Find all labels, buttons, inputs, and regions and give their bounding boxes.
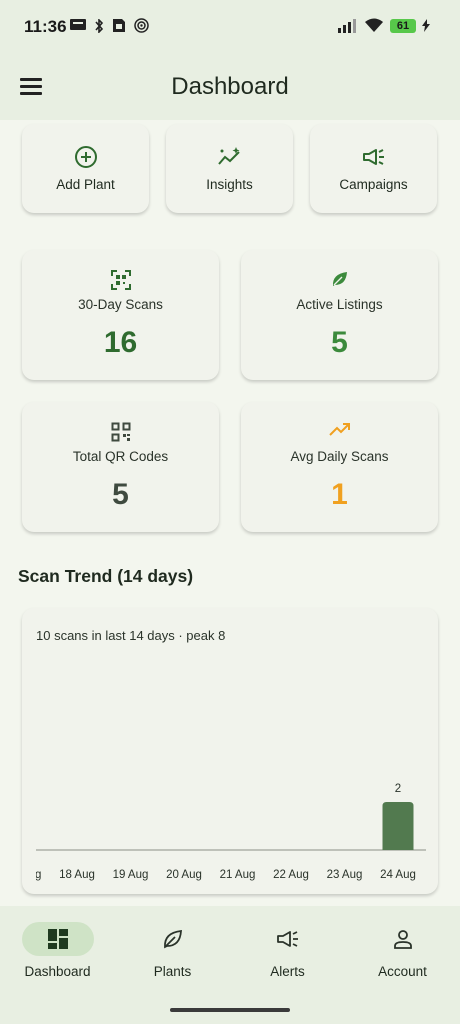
add-plant-label: Add Plant <box>56 177 115 192</box>
stat-label: Active Listings <box>296 297 383 312</box>
wifi-icon <box>365 18 383 32</box>
campaign-icon <box>362 149 384 165</box>
stat-card-active-listings[interactable]: Active Listings 5 <box>241 250 438 380</box>
signal-icon <box>338 18 356 33</box>
chart-bar <box>382 802 414 850</box>
charging-icon <box>422 19 430 32</box>
scan-trend-chart-card: 10 scans in last 14 days · peak 8 17 Aug… <box>22 608 438 894</box>
campaigns-button[interactable]: Campaigns <box>310 124 437 213</box>
status-bar: 11:36 61 <box>0 0 460 56</box>
page-title: Dashboard <box>171 73 289 100</box>
hotspot-icon <box>134 18 149 33</box>
add-circle-icon <box>74 146 97 168</box>
scan-trend-chart: 17 Aug 18 Aug 19 Aug 20 Aug 21 Aug 22 Aug 23 A… <box>22 783 426 881</box>
campaigns-label: Campaigns <box>339 177 408 192</box>
bluetooth-icon <box>95 18 104 33</box>
chart-data-label: 2 <box>395 783 401 795</box>
stat-label: Avg Daily Scans <box>290 449 389 464</box>
nav-item-plants[interactable]: Plants <box>115 922 230 979</box>
chart-tick-label: 21 Aug <box>220 869 256 881</box>
stat-card-total-qr-codes[interactable]: Total QR Codes 5 <box>22 402 219 532</box>
qr-code-icon <box>111 422 130 442</box>
stat-value: 5 <box>331 326 348 359</box>
chart-tick-label: 17 Aug <box>22 869 41 881</box>
trending-up-icon <box>328 423 350 436</box>
stat-value: 16 <box>103 326 138 359</box>
nav-label: Plants <box>153 964 192 979</box>
person-icon <box>393 930 412 949</box>
nav-label: Dashboard <box>24 964 91 979</box>
nav-item-dashboard[interactable]: Dashboard <box>0 922 115 979</box>
stat-label: Total QR Codes <box>72 449 169 464</box>
leaf-icon <box>332 272 347 286</box>
sim-card-icon <box>113 19 125 32</box>
stat-value: 1 <box>331 478 348 511</box>
battery-icon: 61 <box>390 18 416 33</box>
stat-value: 5 <box>112 478 129 511</box>
campaign-icon <box>276 931 298 947</box>
stat-card-avg-daily-scans[interactable]: Avg Daily Scans 1 <box>241 402 438 532</box>
chart-tick-label: 23 Aug <box>327 869 363 881</box>
add-plant-button[interactable]: Add Plant <box>22 124 149 213</box>
leaf-outline-icon <box>163 929 182 949</box>
stat-card-30-day-scans[interactable]: 30-Day Scans 16 <box>22 250 219 380</box>
quick-actions: Add Plant Insights Campaigns <box>22 124 437 213</box>
chart-tick-label: 24 Aug <box>380 869 416 881</box>
status-system-icons: 61 <box>338 18 430 33</box>
status-notification-icons <box>70 18 149 33</box>
app-bar: Dashboard <box>0 56 460 120</box>
battery-level: 61 <box>396 19 410 32</box>
chart-tick-label: 20 Aug <box>166 869 202 881</box>
stat-label: 30-Day Scans <box>78 297 163 312</box>
notification-app-icon <box>70 18 86 30</box>
insights-label: Insights <box>206 177 253 192</box>
nav-active-indicator <box>21 922 94 956</box>
chart-tick-label: 22 Aug <box>273 869 309 881</box>
nav-label: Account <box>378 964 427 979</box>
bottom-navigation: Dashboard Plants Alerts Account <box>0 906 460 1024</box>
home-indicator[interactable] <box>170 1008 290 1012</box>
chart-tick-label: 19 Aug <box>113 869 149 881</box>
dashboard-icon <box>47 929 68 949</box>
section-title-scan-trend: Scan Trend (14 days) <box>18 566 194 586</box>
chart-tick-label: 18 Aug <box>59 869 95 881</box>
status-time: 11:36 <box>24 17 67 36</box>
insights-button[interactable]: Insights <box>166 124 293 213</box>
nav-item-alerts[interactable]: Alerts <box>230 922 345 979</box>
nav-label: Alerts <box>270 964 305 979</box>
insights-icon <box>217 147 240 165</box>
nav-item-account[interactable]: Account <box>345 922 460 979</box>
qr-scanner-icon <box>110 270 131 290</box>
